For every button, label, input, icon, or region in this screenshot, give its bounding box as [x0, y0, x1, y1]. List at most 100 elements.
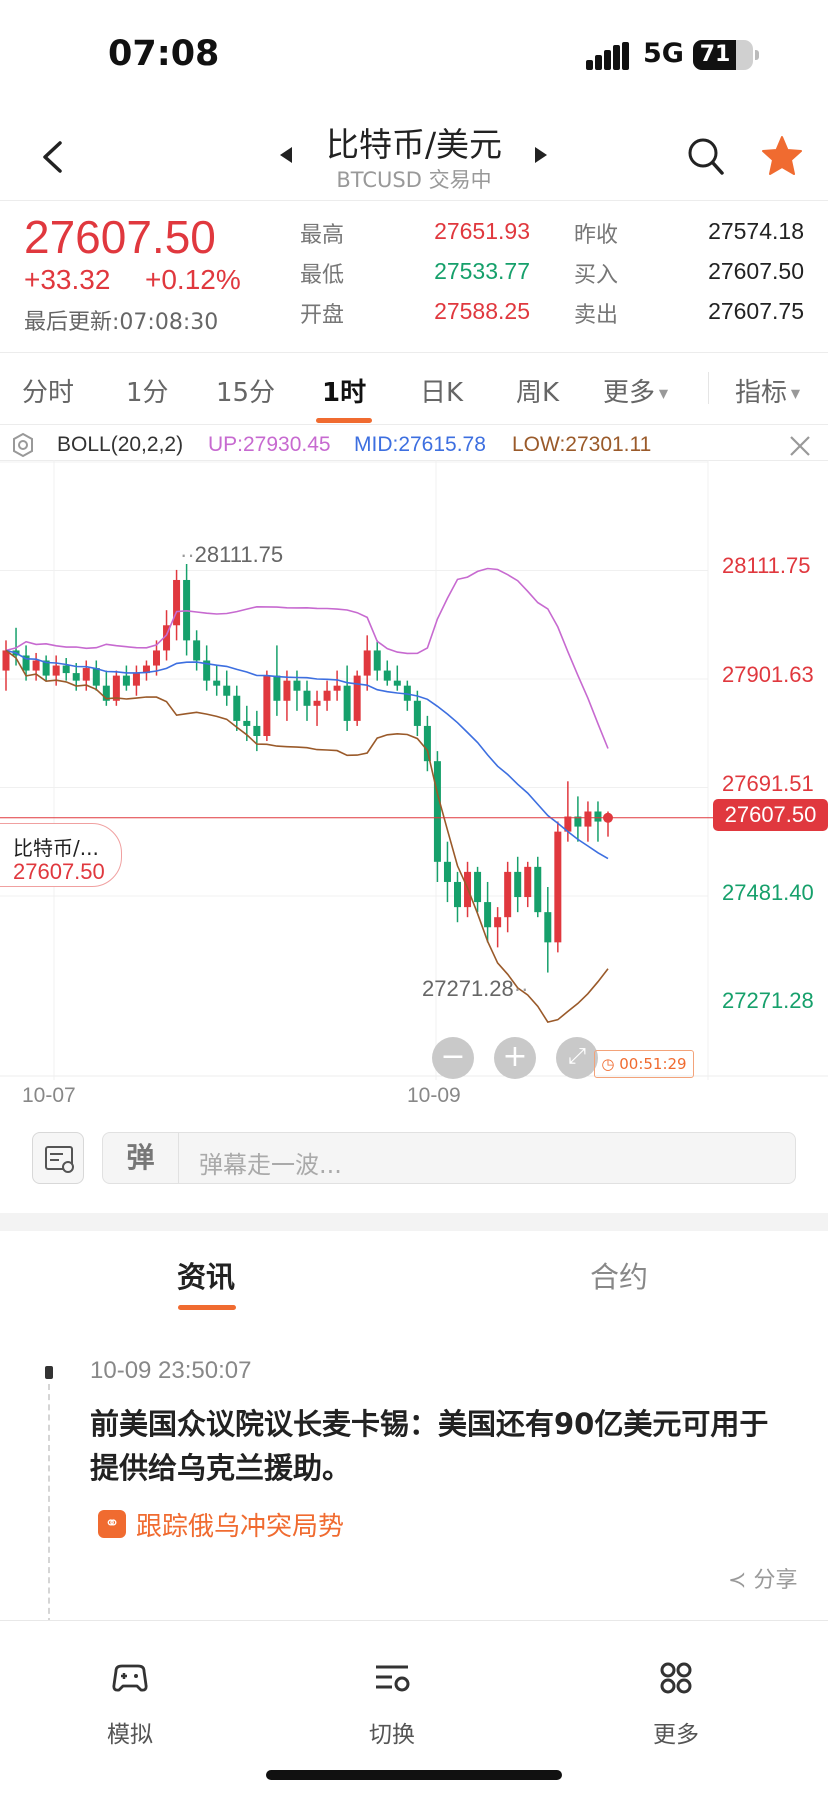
candlestick-chart[interactable] [0, 460, 828, 1080]
bubble-price: 27607.50 [13, 859, 105, 884]
candle-body [343, 685, 351, 721]
danmu-badge: 弹 [103, 1133, 179, 1183]
stat-label-prev-close: 昨收 [574, 223, 619, 248]
candle-body [454, 881, 461, 908]
candle-body [554, 831, 562, 943]
status-bar: 07:08 5G 71 [0, 0, 828, 110]
share-button[interactable]: ≺ 分享 [728, 1562, 797, 1594]
link-icon: ⚭ [98, 1510, 126, 1538]
battery-level: 71 [699, 42, 731, 67]
news-time: 10-09 23:50:07 [90, 1357, 252, 1384]
news-topic-link[interactable]: 跟踪俄乌冲突局势 [136, 1506, 344, 1543]
candle-body [193, 640, 201, 661]
stat-label-ask: 卖出 [574, 303, 619, 328]
tab-news[interactable]: 资讯 [177, 1254, 235, 1296]
fullscreen-button[interactable]: ⤢ [556, 1037, 598, 1079]
candle-body [353, 675, 361, 721]
close-icon[interactable] [788, 434, 812, 458]
share-icon: ≺ [728, 1568, 754, 1593]
current-price-tag: 27607.50 [713, 799, 828, 831]
timeline-dot [45, 1366, 53, 1379]
tab-1hour[interactable]: 1时 [322, 372, 366, 409]
candle-body [443, 861, 451, 882]
current-price-dot [603, 812, 613, 823]
star-icon[interactable] [760, 135, 804, 177]
stat-value-ask: 27607.75 [708, 298, 804, 324]
tab-weekly-k[interactable]: 周K [516, 372, 559, 409]
tab-daily-k[interactable]: 日K [420, 372, 463, 409]
signal-icon [586, 42, 630, 70]
status-time: 07:08 [108, 34, 220, 74]
tab-contract[interactable]: 合约 [590, 1254, 648, 1296]
candle-body [303, 690, 311, 706]
candle-body [594, 811, 602, 822]
danmu-placeholder: 弹幕走一波... [199, 1151, 342, 1179]
candle-body [494, 917, 502, 928]
tab-1min[interactable]: 1分 [126, 372, 169, 409]
bubble-name: 比特币/... [13, 836, 99, 860]
settings-icon[interactable] [10, 432, 36, 458]
next-triangle-icon[interactable] [533, 145, 549, 165]
stat-label-low: 最低 [300, 263, 345, 288]
danmu-settings-button[interactable] [32, 1132, 84, 1184]
candle-body [383, 670, 391, 681]
candle-body [323, 690, 331, 701]
candle-body [52, 665, 60, 676]
news-title[interactable]: 前美国众议院议长麦卡锡：美国还有90亿美元可用于提供给乌克兰援助。 [90, 1402, 790, 1490]
candle-body [584, 811, 592, 827]
candle-body [484, 902, 492, 928]
candle-body [413, 700, 421, 726]
candle-body [333, 685, 341, 691]
network-type: 5G [643, 38, 684, 69]
candle-body [62, 665, 70, 674]
price-bubble[interactable]: 比特币/... 27607.50 [0, 823, 122, 887]
candle-body [504, 871, 512, 918]
tab-indicator-label: 指标 [735, 378, 788, 408]
tab-indicator[interactable]: 指标 ▼ [735, 372, 800, 409]
x-axis-label: 10-09 [407, 1084, 461, 1107]
stat-value-open: 27588.25 [434, 298, 530, 324]
tab-minute-line[interactable]: 分时 [22, 372, 74, 409]
stat-label-bid: 买入 [574, 263, 619, 288]
candle-body [112, 675, 120, 701]
chevron-down-icon: ▼ [787, 386, 801, 401]
candle-body [213, 680, 221, 686]
candle-body [524, 866, 532, 898]
tab-more-label: 更多 [603, 378, 656, 408]
zoom-in-button[interactable]: + [494, 1037, 536, 1079]
x-axis-label: 10-07 [22, 1084, 76, 1107]
boll-mid: MID:27615.78 [354, 433, 486, 456]
y-axis-label: 27481.40 [722, 880, 814, 905]
candle-body [233, 695, 241, 721]
clock-icon: ◷ [601, 1055, 620, 1073]
danmu-settings-icon [45, 1146, 74, 1173]
y-axis-label: 28111.75 [722, 553, 811, 578]
low-marker-value: 27271.28 [422, 976, 514, 1001]
candle-body [122, 675, 130, 686]
candle-body [423, 725, 431, 762]
search-icon[interactable] [686, 136, 726, 178]
high-marker-label: ··28111.75 [180, 542, 284, 567]
price-change: +33.32 [24, 264, 111, 295]
news-tab-underline [178, 1305, 236, 1310]
boll-up-line [5, 567, 609, 749]
candle-body [363, 650, 371, 676]
stat-value-high: 27651.93 [434, 218, 530, 244]
candle-body [72, 673, 80, 681]
high-marker-value: 28111.75 [194, 542, 284, 567]
battery-icon: 71 [693, 40, 753, 70]
grid-icon [660, 1662, 692, 1694]
chevron-down-icon: ▼ [655, 386, 669, 401]
section-gap [0, 1213, 828, 1231]
timeline-line [48, 1384, 50, 1624]
candle-body [92, 668, 100, 686]
danmu-input[interactable]: 弹 弹幕走一波... [102, 1132, 796, 1184]
boll-low: LOW:27301.11 [512, 433, 652, 456]
tab-15min[interactable]: 15分 [216, 372, 275, 409]
tab-more[interactable]: 更多 ▼ [603, 372, 668, 409]
candle-body [373, 650, 381, 671]
home-indicator [266, 1770, 562, 1780]
zoom-out-button[interactable]: − [432, 1037, 474, 1079]
candle-body [132, 673, 140, 686]
nav-label: 更多 [653, 1722, 699, 1748]
